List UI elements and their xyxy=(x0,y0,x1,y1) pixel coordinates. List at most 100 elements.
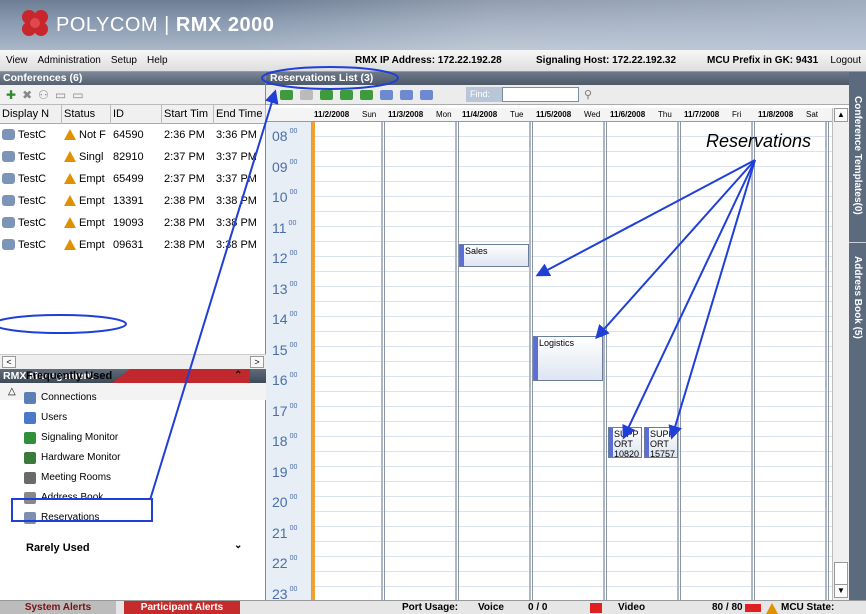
menu-administration[interactable]: Administration xyxy=(38,55,101,66)
cell-end: 3:37 PM xyxy=(216,151,257,163)
users-icon xyxy=(24,411,36,424)
cell-end: 3:36 PM xyxy=(216,129,257,141)
scroll-down-icon[interactable]: ▼ xyxy=(834,584,848,598)
day-column[interactable] xyxy=(682,122,755,600)
menu-setup[interactable]: Setup xyxy=(111,55,137,66)
vertical-scrollbar[interactable]: ▲ ▼ xyxy=(832,108,849,600)
lock-icon[interactable]: ▭ xyxy=(72,88,83,102)
logout-link[interactable]: Logout xyxy=(830,55,861,66)
hour-label: 10 00 xyxy=(272,189,298,205)
day-divider xyxy=(677,122,679,600)
week-view-icon[interactable] xyxy=(400,90,413,100)
conference-icon xyxy=(2,195,15,206)
hardware-monitor-icon xyxy=(24,451,36,464)
warning-icon xyxy=(64,239,76,250)
rarely-used-heading[interactable]: Rarely Used xyxy=(26,542,90,554)
day-column[interactable] xyxy=(756,122,829,600)
col-end-time[interactable]: End Time xyxy=(214,104,266,124)
table-row[interactable]: TestC Empt 09631 2:38 PM 3:38 PM xyxy=(0,234,266,256)
management-item-address-book[interactable]: Address Book xyxy=(24,490,103,505)
collapse-frequent-icon[interactable]: ⌃ xyxy=(234,370,242,381)
participant-alerts-button[interactable]: Participant Alerts xyxy=(124,601,240,614)
list-view-icon[interactable] xyxy=(420,90,433,100)
reservation-support15757[interactable]: SUPP ORT 15757 xyxy=(644,427,678,459)
scroll-up-icon[interactable]: ▲ xyxy=(834,108,848,122)
management-item-hardware-monitor[interactable]: Hardware Monitor xyxy=(24,450,120,465)
next-week-icon[interactable] xyxy=(340,90,353,100)
calendar-grid[interactable]: Sales Logistics SUPP ORT 10820 SUPP ORT 15757 xyxy=(312,122,832,600)
delete-conference-icon[interactable]: ✖ xyxy=(22,88,32,102)
reservation-label-line: ORT xyxy=(650,439,669,449)
reservation-sales[interactable]: Sales xyxy=(459,244,529,267)
col-id[interactable]: ID xyxy=(111,104,162,124)
new-reservation-icon[interactable] xyxy=(280,90,293,100)
cell-id: 19093 xyxy=(113,217,144,229)
management-item-label: Connections xyxy=(41,392,97,403)
day-date: 11/3/2008 xyxy=(388,110,424,119)
find-input[interactable] xyxy=(502,87,579,102)
table-row[interactable]: TestC Not F 64590 2:36 PM 3:36 PM xyxy=(0,124,266,146)
cell-status: Empt xyxy=(62,217,111,229)
table-row[interactable]: TestC Singl 82910 2:37 PM 3:37 PM xyxy=(0,146,266,168)
expand-rare-icon[interactable]: ⌄ xyxy=(234,540,242,551)
reservation-label-line: 15757 xyxy=(650,449,676,459)
col-display-name[interactable]: Display N xyxy=(0,104,62,124)
search-icon[interactable]: ⚲ xyxy=(584,88,592,101)
management-item-signaling-monitor[interactable]: Signaling Monitor xyxy=(24,430,118,445)
new-conference-icon[interactable]: ✚ xyxy=(6,88,16,102)
day-weekday: Sat xyxy=(806,110,819,119)
table-row[interactable]: TestC Empt 13391 2:38 PM 3:38 PM xyxy=(0,190,266,212)
day-date: 11/7/2008 xyxy=(684,110,720,119)
warning-icon xyxy=(64,129,76,140)
prev-week-icon[interactable] xyxy=(320,90,333,100)
day-weekday: Fri xyxy=(732,110,742,119)
col-status[interactable]: Status xyxy=(62,104,111,124)
add-participant-icon[interactable]: ⚇ xyxy=(38,88,49,102)
horizontal-scrollbar[interactable]: < > xyxy=(0,354,266,369)
reservations-icon xyxy=(24,511,36,524)
table-row[interactable]: TestC Empt 65499 2:37 PM 3:37 PM xyxy=(0,168,266,190)
reservations-toolbar: Find: ⚲ xyxy=(266,85,849,105)
video-label: Video xyxy=(618,602,646,613)
day-divider xyxy=(381,122,383,600)
management-item-connections[interactable]: Connections xyxy=(24,390,97,405)
menu-bar: View Administration Setup Help RMX IP Ad… xyxy=(0,50,866,72)
management-item-users[interactable]: Users xyxy=(24,410,67,425)
conference-templates-tab[interactable]: Conference Templates(0) xyxy=(849,80,866,230)
hour-label: 17 00 xyxy=(272,402,298,419)
mute-icon[interactable]: ▭ xyxy=(55,88,66,102)
day-column[interactable] xyxy=(386,122,459,600)
management-item-label: Users xyxy=(41,412,68,423)
management-item-meeting-rooms[interactable]: Meeting Rooms xyxy=(24,470,111,485)
col-start-time[interactable]: Start Tim xyxy=(162,104,214,124)
reservation-support10820[interactable]: SUPP ORT 10820 xyxy=(608,427,642,459)
day-column[interactable] xyxy=(460,122,533,600)
table-row[interactable]: TestC Empt 19093 2:38 PM 3:38 PM xyxy=(0,212,266,234)
cell-status: Empt xyxy=(62,173,111,185)
reservation-logistics[interactable]: Logistics xyxy=(533,335,603,382)
frequently-used-heading[interactable]: Frequently Used xyxy=(26,370,112,382)
today-icon[interactable] xyxy=(360,90,373,100)
cell-status: Empt xyxy=(62,239,111,251)
time-column: 08 00 09 00 10 00 11 00 12 00 13 00 14 00 15 00 16 00 17 00… xyxy=(266,122,312,602)
reservation-label-line: 10820 xyxy=(614,449,640,459)
management-item-label: Meeting Rooms xyxy=(41,472,112,483)
day-column[interactable] xyxy=(312,122,385,600)
scroll-right-icon[interactable]: > xyxy=(250,356,264,368)
cell-end: 3:37 PM xyxy=(216,173,257,185)
day-view-icon[interactable] xyxy=(380,90,393,100)
address-book-tab[interactable]: Address Book (5) xyxy=(849,242,866,352)
hour-label: 15 00 xyxy=(272,341,298,358)
collapse-up-icon[interactable]: △ xyxy=(8,386,16,397)
menu-help[interactable]: Help xyxy=(147,55,168,66)
management-item-reservations[interactable]: Reservations xyxy=(24,510,99,525)
delete-reservation-icon[interactable] xyxy=(300,90,313,100)
mcu-warning-icon xyxy=(766,603,778,614)
system-alerts-button[interactable]: System Alerts xyxy=(0,601,116,614)
menu-view[interactable]: View xyxy=(6,55,28,66)
cell-start: 2:37 PM xyxy=(164,173,205,185)
conference-icon xyxy=(2,129,15,140)
day-column[interactable] xyxy=(608,122,681,600)
hour-label: 20 00 xyxy=(272,494,298,510)
scroll-left-icon[interactable]: < xyxy=(2,356,16,368)
